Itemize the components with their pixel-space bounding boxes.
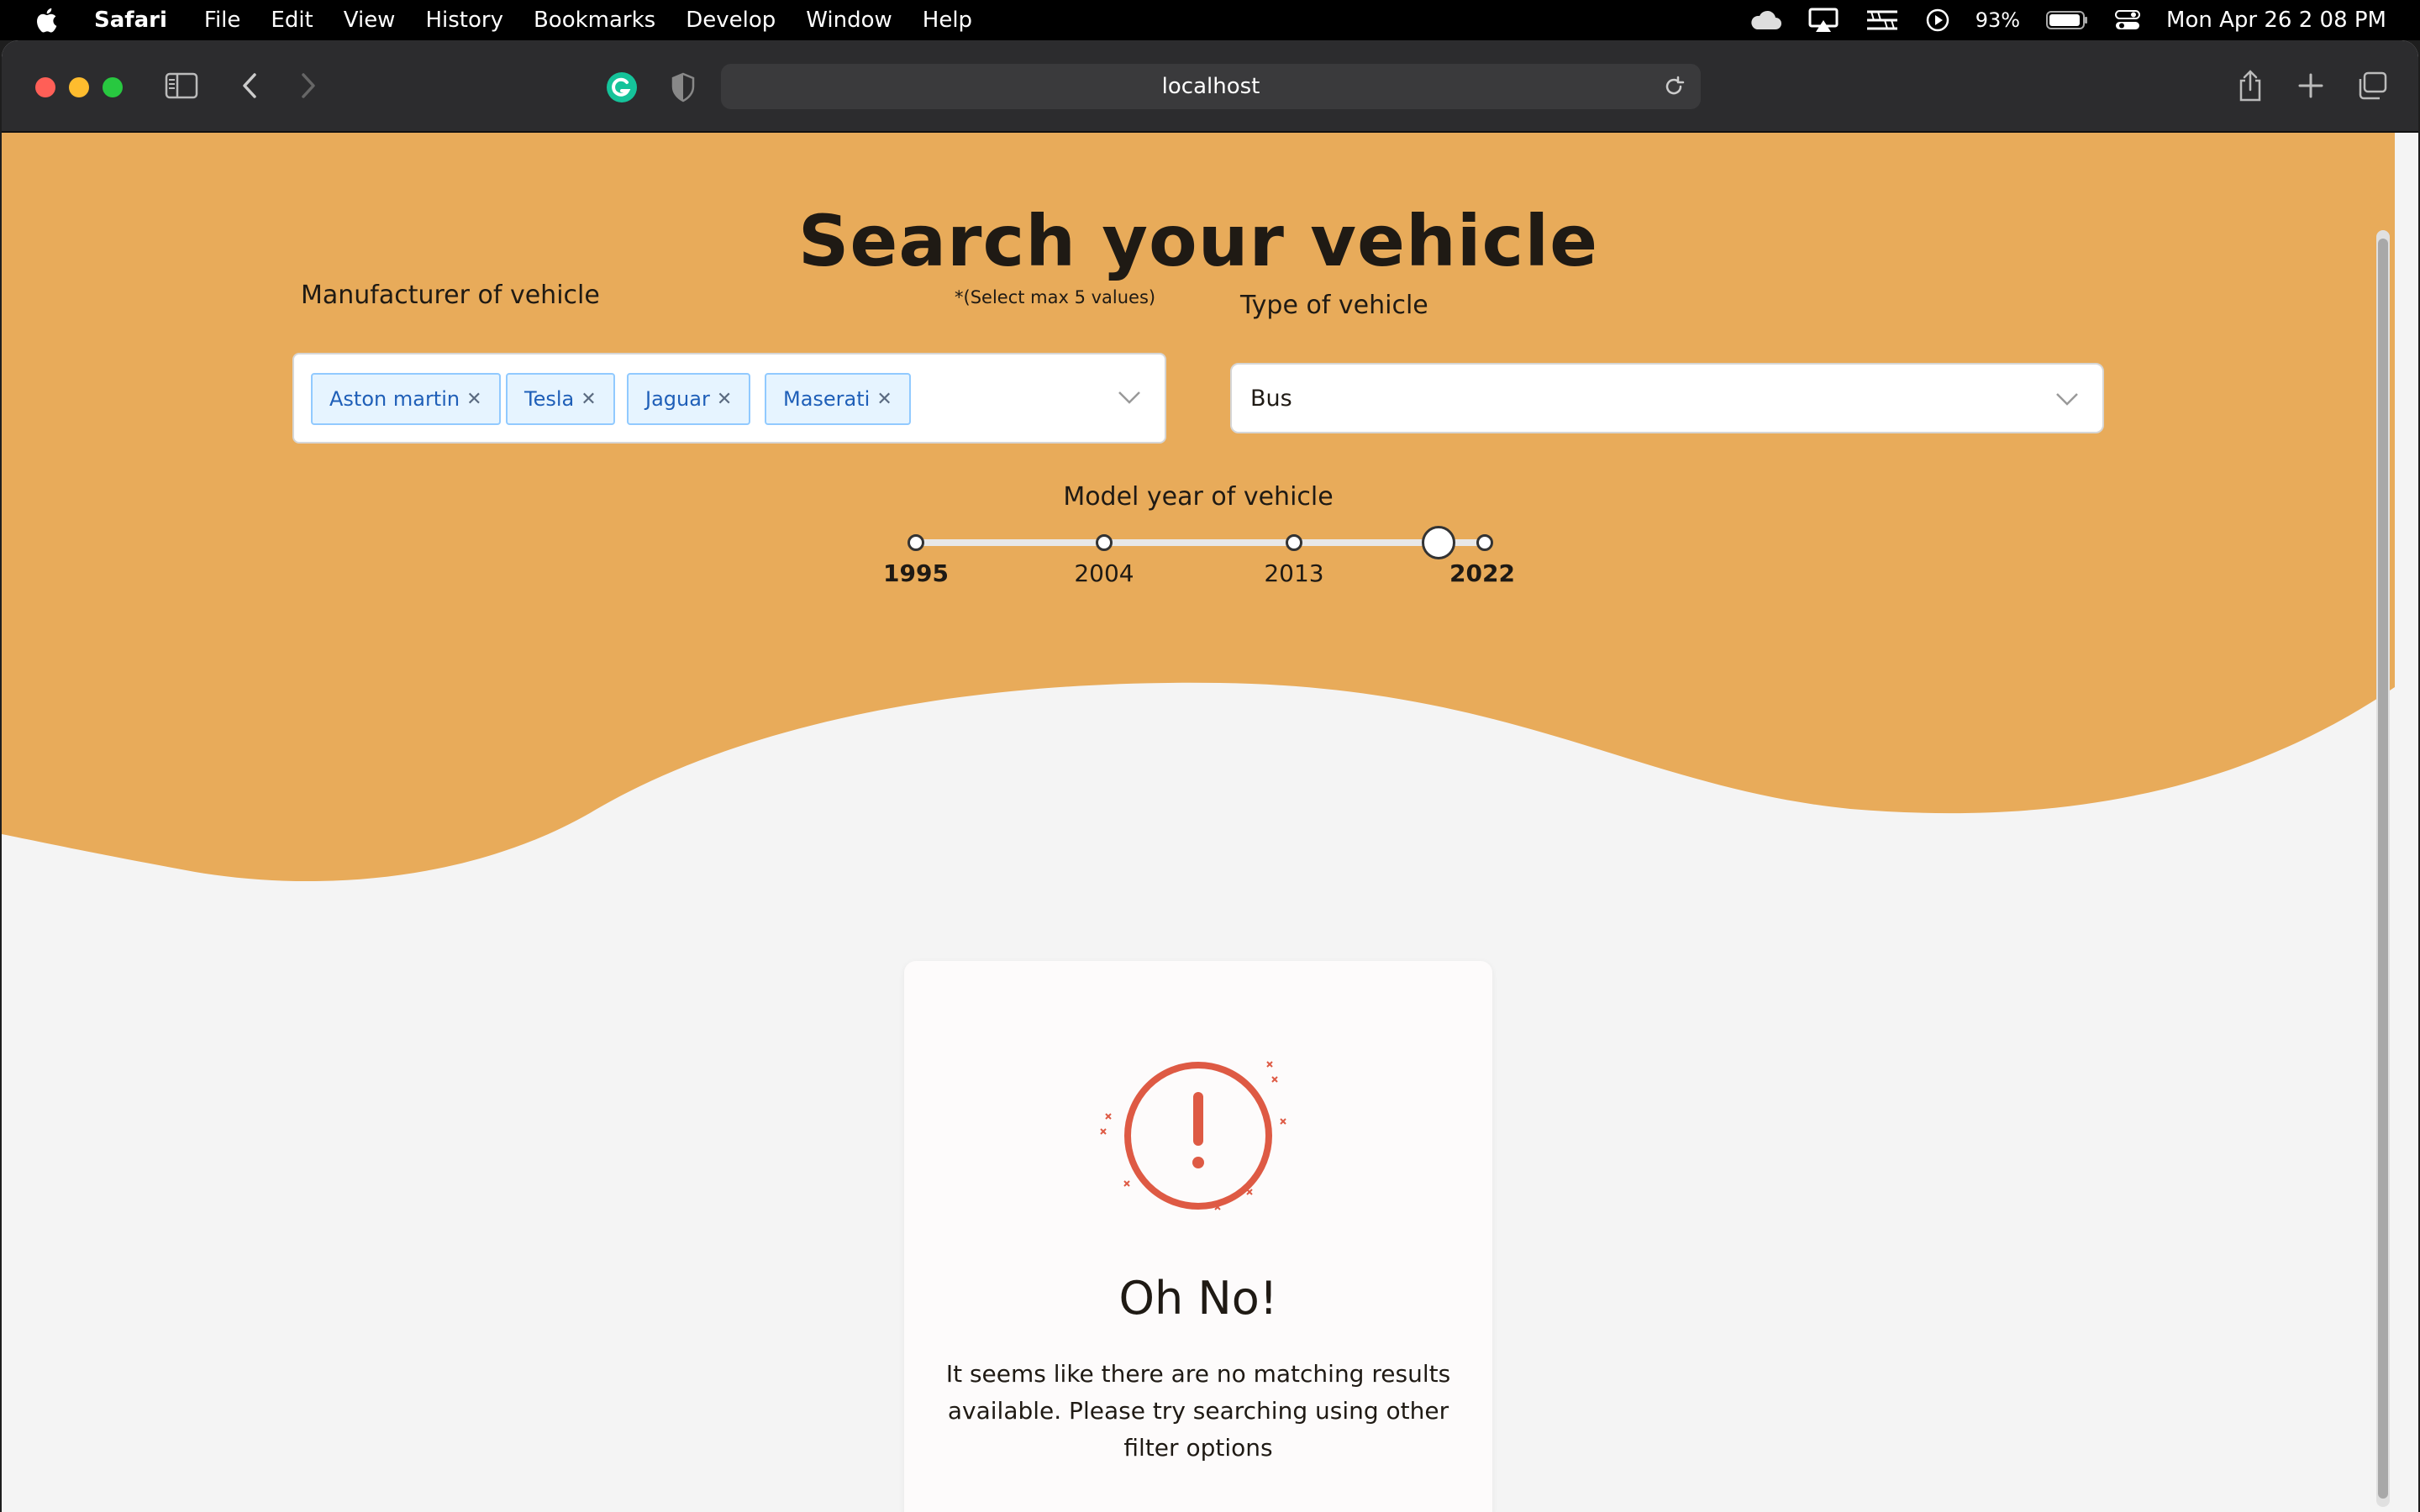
browser-window: localhost Search your vehicle Manufactur… — [2, 40, 2418, 1512]
tag-maserati[interactable]: Maserati ✕ — [765, 373, 911, 425]
url-text: localhost — [1161, 74, 1260, 99]
new-tab-icon[interactable] — [2297, 72, 2324, 99]
back-icon[interactable] — [240, 72, 259, 99]
apple-icon[interactable] — [34, 6, 62, 34]
tab-overview-icon[interactable] — [2356, 71, 2388, 101]
remove-tag-icon[interactable]: ✕ — [717, 389, 732, 410]
share-icon[interactable] — [2237, 69, 2264, 102]
close-window-button[interactable] — [35, 77, 55, 97]
battery-icon[interactable] — [2045, 9, 2089, 31]
slider-mark-dot[interactable] — [1476, 534, 1493, 551]
menu-view[interactable]: View — [344, 8, 396, 33]
browser-toolbar: localhost — [2, 40, 2418, 133]
web-page: Search your vehicle Manufacturer of vehi… — [2, 133, 2395, 1512]
tag-label: Aston martin — [329, 387, 460, 411]
tag-tesla[interactable]: Tesla ✕ — [506, 373, 615, 425]
manufacturer-label: Manufacturer of vehicle — [301, 281, 600, 310]
address-bar[interactable]: localhost — [721, 64, 1701, 109]
menu-help[interactable]: Help — [923, 8, 972, 33]
tag-label: Jaguar — [645, 387, 710, 411]
slider-mark-dot[interactable] — [1096, 534, 1113, 551]
page-title: Search your vehicle — [797, 200, 1599, 282]
tag-jaguar[interactable]: Jaguar ✕ — [627, 373, 751, 425]
vehicle-type-label: Type of vehicle — [1240, 291, 1428, 320]
vehicle-type-value: Bus — [1250, 385, 1292, 412]
menu-develop[interactable]: Develop — [686, 8, 776, 33]
remove-tag-icon[interactable]: ✕ — [876, 389, 892, 410]
bookshelf-icon[interactable] — [1865, 7, 1900, 34]
minimize-window-button[interactable] — [69, 77, 89, 97]
control-center-icon[interactable] — [2114, 8, 2141, 32]
slider-mark-label: 2004 — [1074, 559, 1134, 587]
no-results-card: Oh No! It seems like there are no matchi… — [904, 961, 1492, 1512]
slider-mark-dot[interactable] — [1286, 534, 1302, 551]
no-results-title: Oh No! — [1118, 1272, 1278, 1325]
slider-mark-dot[interactable] — [908, 534, 924, 551]
page-scrollbar[interactable] — [2376, 230, 2390, 1507]
play-circle-icon[interactable] — [1925, 8, 1950, 33]
chevron-down-icon[interactable] — [1118, 390, 1141, 405]
tag-aston-martin[interactable]: Aston martin ✕ — [311, 373, 501, 425]
slider-mark-label: 2022 — [1449, 559, 1515, 587]
no-results-message: It seems like there are no matching resu… — [945, 1360, 1451, 1462]
menu-bar: Safari File Edit View History Bookmarks … — [0, 0, 2420, 40]
manufacturer-multiselect[interactable]: Aston martin ✕ Tesla ✕ Jaguar ✕ Maserati… — [292, 353, 1166, 444]
menu-history[interactable]: History — [425, 8, 503, 33]
forward-icon[interactable] — [299, 72, 318, 99]
chevron-down-icon[interactable] — [2055, 391, 2079, 407]
model-year-slider-track[interactable] — [916, 539, 1486, 546]
sidebar-icon[interactable] — [165, 72, 198, 99]
menu-bookmarks[interactable]: Bookmarks — [534, 8, 655, 33]
cloud-icon[interactable] — [1749, 9, 1782, 31]
tag-label: Tesla — [524, 387, 575, 411]
model-year-slider-handle[interactable] — [1422, 526, 1455, 559]
zoom-window-button[interactable] — [103, 77, 123, 97]
scrollbar-thumb[interactable] — [2378, 239, 2388, 1499]
manufacturer-hint: *(Select max 5 values) — [955, 287, 1156, 307]
vehicle-type-select[interactable]: Bus — [1230, 363, 2104, 433]
battery-percentage: 93% — [1975, 8, 2021, 32]
remove-tag-icon[interactable]: ✕ — [581, 389, 596, 410]
reload-icon[interactable] — [1662, 75, 1686, 98]
screen-mirror-icon[interactable] — [1807, 7, 1839, 34]
slider-mark-label: 2013 — [1264, 559, 1324, 587]
menu-window[interactable]: Window — [806, 8, 892, 33]
alert-circle-icon — [1100, 1061, 1286, 1210]
privacy-shield-icon[interactable] — [671, 72, 696, 102]
menu-app-name[interactable]: Safari — [94, 8, 167, 33]
slider-mark-label: 1995 — [883, 559, 949, 587]
menu-edit[interactable]: Edit — [271, 8, 313, 33]
menu-clock[interactable]: Mon Apr 26 2 08 PM — [2166, 8, 2386, 33]
grammarly-icon[interactable] — [605, 71, 639, 104]
model-year-label: Model year of vehicle — [1063, 482, 1334, 512]
menu-file[interactable]: File — [204, 8, 241, 33]
remove-tag-icon[interactable]: ✕ — [466, 389, 481, 410]
tag-label: Maserati — [783, 387, 871, 411]
